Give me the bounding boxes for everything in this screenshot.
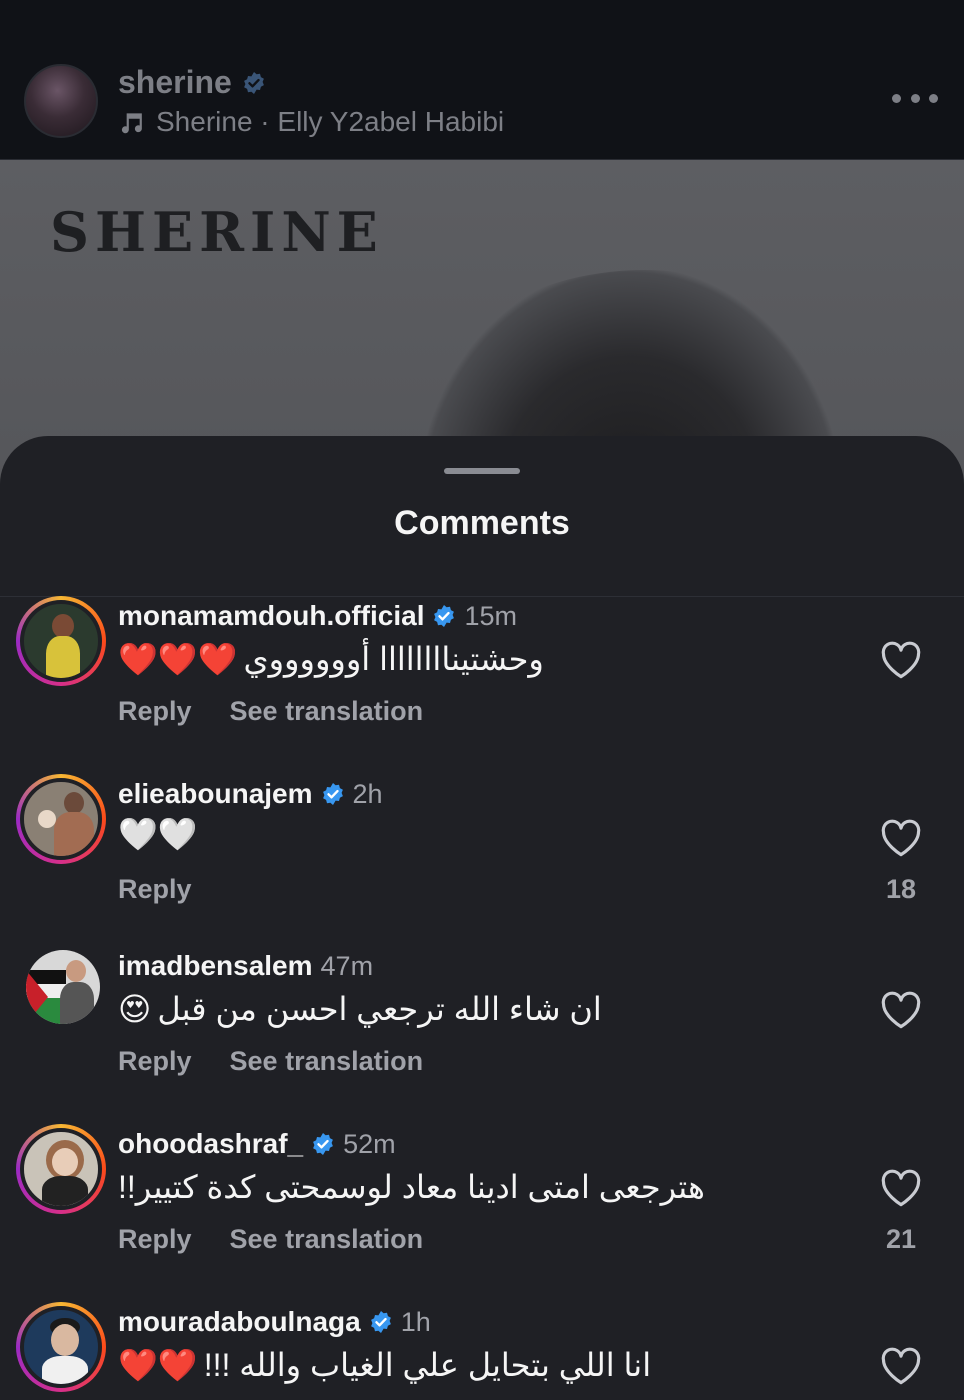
comment-avatar[interactable] xyxy=(16,596,106,686)
comment-avatar[interactable] xyxy=(16,1124,106,1214)
comments-sheet: Comments monamamdouh.official 15m ❤️❤️❤️… xyxy=(0,436,964,1400)
comment-time: 15m xyxy=(464,600,517,631)
audio-track-link[interactable]: Sherine · Elly Y2abel Habibi xyxy=(118,106,504,138)
comment-emoji: ❤️❤️❤️ xyxy=(118,641,238,677)
music-note-icon xyxy=(121,113,142,134)
comment-avatar[interactable] xyxy=(16,1302,106,1392)
comment-body: ان شاء الله ترجعي احسن من قبل xyxy=(157,991,602,1027)
verified-badge-icon xyxy=(322,783,343,805)
verified-badge-icon xyxy=(313,1133,334,1155)
like-heart-icon[interactable] xyxy=(880,640,922,680)
comment-username[interactable]: monamamdouh.official xyxy=(118,600,424,632)
more-options-icon[interactable] xyxy=(892,86,938,110)
comment-text: 🤍🤍 xyxy=(118,818,198,850)
media-wordmark: SHERINE xyxy=(50,200,384,264)
post-username[interactable]: sherine xyxy=(118,64,232,101)
comment-avatar[interactable] xyxy=(16,774,106,864)
like-count: 21 xyxy=(885,1224,917,1254)
comment-actions: Reply See translation xyxy=(118,1046,423,1077)
post-username-row[interactable]: sherine xyxy=(118,64,266,101)
reply-button[interactable]: Reply xyxy=(118,696,192,727)
comment-username[interactable]: elieabounajem xyxy=(118,778,313,810)
verified-badge-icon xyxy=(243,71,264,94)
comment-username[interactable]: mouradaboulnaga xyxy=(118,1306,361,1338)
sheet-grab-handle[interactable] xyxy=(444,468,520,474)
comment-header: imadbensalem 47m xyxy=(118,950,373,982)
reply-button[interactable]: Reply xyxy=(118,874,192,905)
comment-time: 1h xyxy=(400,1306,431,1337)
like-heart-icon[interactable] xyxy=(880,1346,922,1386)
comment-emoji: ❤️❤️ xyxy=(118,1347,198,1383)
see-translation-button[interactable]: See translation xyxy=(230,1224,424,1255)
verified-badge-icon xyxy=(370,1311,391,1333)
see-translation-button[interactable]: See translation xyxy=(230,696,424,727)
comment-time: 52m xyxy=(343,1128,396,1159)
sheet-divider xyxy=(0,596,964,597)
like-count: 18 xyxy=(885,874,917,904)
see-translation-button[interactable]: See translation xyxy=(230,1046,424,1077)
comment-actions: Reply See translation xyxy=(118,1224,423,1255)
comment-header: mouradaboulnaga 1h xyxy=(118,1306,431,1338)
comment-emoji: 😍 xyxy=(118,991,152,1027)
verified-badge-icon xyxy=(434,605,455,627)
reply-button[interactable]: Reply xyxy=(118,1224,192,1255)
like-heart-icon[interactable] xyxy=(880,818,922,858)
comment-header: ohoodashraf_ 52m xyxy=(118,1128,396,1160)
post-header: sherine Sherine · Elly Y2abel Habibi xyxy=(0,0,964,160)
audio-track-label: Sherine · Elly Y2abel Habibi xyxy=(156,106,505,137)
comment-time: 2h xyxy=(352,778,383,809)
comment-text: هترجعى امتى ادينا معاد لوسمحتى كدة كتيير… xyxy=(118,1168,705,1206)
comments-title: Comments xyxy=(394,504,570,542)
like-heart-icon[interactable] xyxy=(880,990,922,1030)
comment-emoji: 🤍🤍 xyxy=(118,816,198,852)
comment-time: 47m xyxy=(320,950,374,981)
like-heart-icon[interactable] xyxy=(880,1168,922,1208)
reply-button[interactable]: Reply xyxy=(118,1046,192,1077)
comment-header: elieabounajem 2h xyxy=(118,778,383,810)
post-author-avatar[interactable] xyxy=(24,64,98,138)
comment-username[interactable]: ohoodashraf_ xyxy=(118,1128,303,1160)
comment-avatar[interactable] xyxy=(26,950,100,1024)
comment-body: وحشتيناااااااا أووووووي xyxy=(243,641,544,677)
comment-actions: Reply See translation xyxy=(118,696,423,727)
comment-username[interactable]: imadbensalem xyxy=(118,950,313,982)
comment-text: ❤️❤️ انا اللي بتحايل علي الغياب والله !!… xyxy=(118,1346,651,1384)
comment-body: هترجعى امتى ادينا معاد لوسمحتى كدة كتيير… xyxy=(118,1169,705,1205)
comment-body: انا اللي بتحايل علي الغياب والله !!! xyxy=(203,1347,652,1383)
comment-text: ❤️❤️❤️ وحشتيناااااااا أووووووي xyxy=(118,640,544,678)
comment-text: 😍 ان شاء الله ترجعي احسن من قبل xyxy=(118,990,602,1028)
comment-actions: Reply xyxy=(118,874,192,905)
comment-header: monamamdouh.official 15m xyxy=(118,600,517,632)
